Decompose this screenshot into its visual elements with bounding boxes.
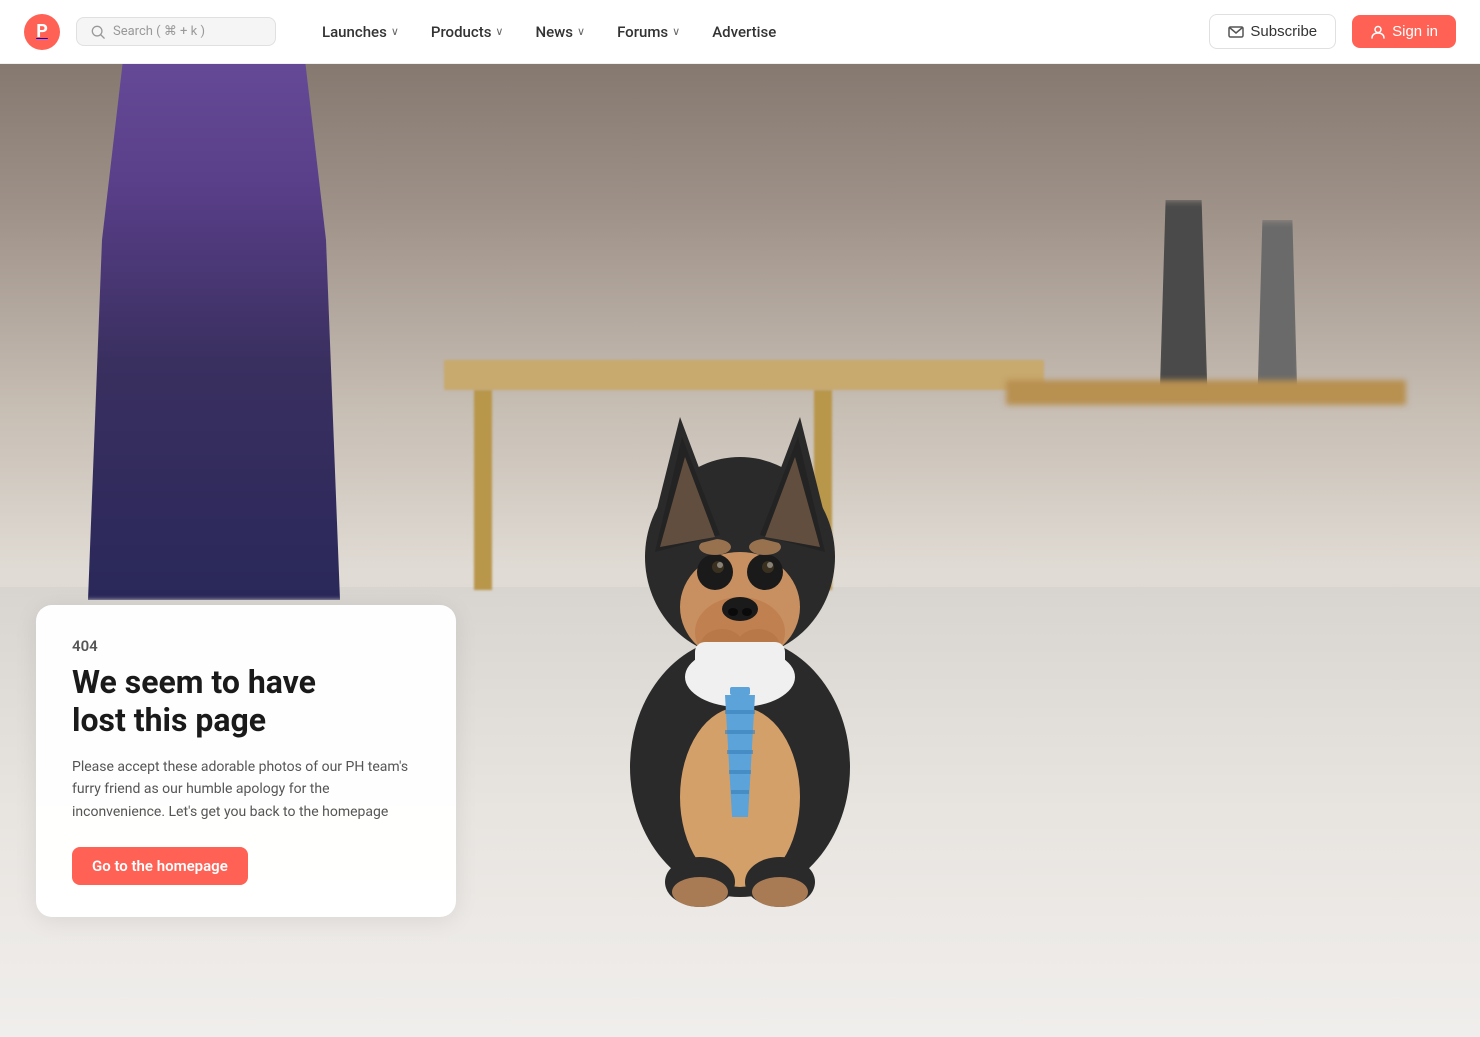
hero-section: 404 We seem to have lost this page Pleas… (0, 0, 1480, 1037)
products-chevron-icon: ∨ (495, 25, 503, 38)
dog-container (550, 237, 930, 937)
search-placeholder: Search ( ⌘ + k ) (113, 24, 205, 39)
table-surface-2 (1006, 380, 1406, 405)
error-code: 404 (72, 637, 420, 655)
dog-illustration (570, 337, 910, 937)
table-leg-1 (474, 390, 492, 590)
navbar: P Search ( ⌘ + k ) Launches ∨ Products ∨… (0, 0, 1480, 64)
go-to-homepage-button[interactable]: Go to the homepage (72, 847, 248, 885)
nav-item-news[interactable]: News ∨ (521, 15, 599, 49)
search-box[interactable]: Search ( ⌘ + k ) (76, 17, 276, 46)
subscribe-label: Subscribe (1250, 23, 1317, 40)
user-icon (1370, 24, 1386, 40)
nav-item-products[interactable]: Products ∨ (417, 15, 518, 49)
signin-label: Sign in (1392, 23, 1438, 40)
bg-person-1 (1154, 200, 1214, 400)
launches-chevron-icon: ∨ (391, 25, 399, 38)
envelope-icon (1228, 24, 1244, 40)
nav-item-forums[interactable]: Forums ∨ (603, 15, 694, 49)
search-icon (91, 25, 105, 39)
nav-item-launches[interactable]: Launches ∨ (308, 15, 413, 49)
person-left (74, 0, 354, 600)
error-card: 404 We seem to have lost this page Pleas… (36, 605, 456, 917)
error-description: Please accept these adorable photos of o… (72, 756, 420, 823)
logo-link[interactable]: P (24, 14, 60, 50)
forums-chevron-icon: ∨ (672, 25, 680, 38)
nav-links: Launches ∨ Products ∨ News ∨ Forums ∨ Ad… (308, 15, 790, 49)
error-title: We seem to have lost this page (72, 663, 420, 740)
logo: P (24, 14, 60, 50)
nav-item-advertise[interactable]: Advertise (698, 15, 790, 49)
signin-button[interactable]: Sign in (1352, 15, 1456, 48)
bg-person-2 (1252, 220, 1302, 400)
news-chevron-icon: ∨ (577, 25, 585, 38)
subscribe-button[interactable]: Subscribe (1209, 14, 1336, 49)
